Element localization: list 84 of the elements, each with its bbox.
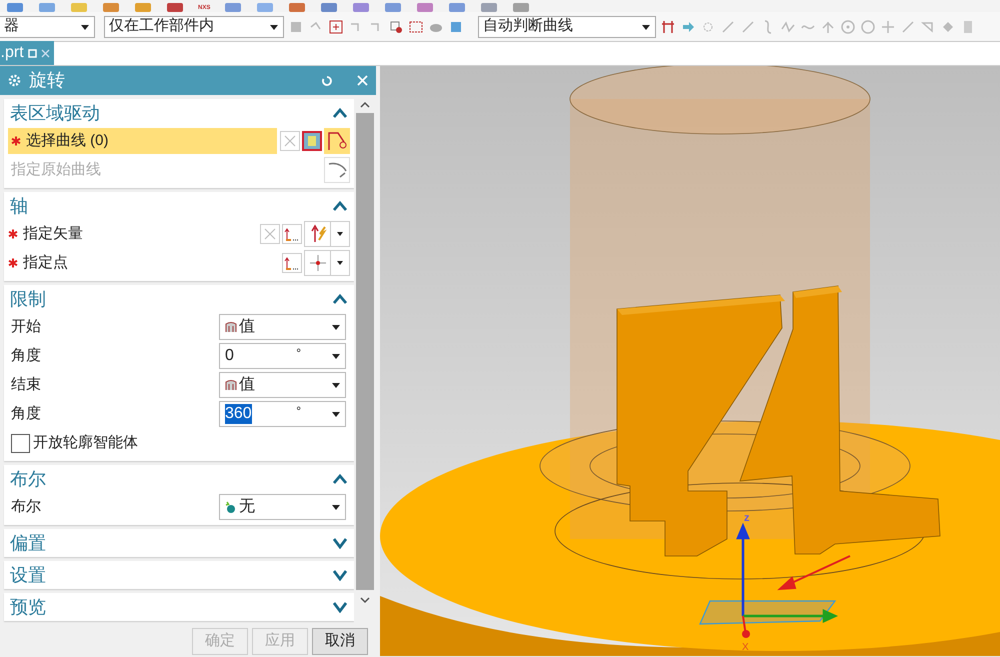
section-curve-icon[interactable] bbox=[324, 128, 350, 154]
value-dropdown[interactable]: 值 bbox=[219, 314, 346, 340]
toolbar-icon[interactable] bbox=[512, 3, 530, 12]
field-label: 角度 bbox=[11, 346, 42, 366]
expand-icon[interactable] bbox=[332, 537, 348, 549]
field-label: 角度 bbox=[11, 404, 42, 424]
caret-icon[interactable] bbox=[641, 22, 651, 30]
toolbar-icon[interactable] bbox=[166, 3, 184, 12]
caret-icon[interactable] bbox=[336, 231, 344, 237]
option-icon bbox=[224, 320, 238, 334]
section-header[interactable]: 预览 bbox=[4, 593, 354, 621]
value-dropdown[interactable]: 值 bbox=[219, 372, 346, 398]
dialog-button[interactable]: 取消 bbox=[312, 628, 368, 655]
field-label: 指定原始曲线 bbox=[11, 160, 102, 180]
caret-icon[interactable] bbox=[269, 22, 279, 30]
filter-dropdown[interactable]: 自动判断曲线 bbox=[478, 16, 656, 38]
curve-icon[interactable] bbox=[324, 157, 350, 183]
restore-icon[interactable] bbox=[28, 48, 37, 58]
reset-icon[interactable] bbox=[321, 74, 333, 86]
section-header[interactable]: 偏置 bbox=[4, 529, 354, 557]
caret-icon[interactable] bbox=[331, 323, 341, 331]
field-label: 布尔 bbox=[11, 496, 42, 517]
toolbar-icon[interactable] bbox=[384, 3, 402, 12]
filter-dropdown[interactable]: 仅在工作部件内 bbox=[104, 16, 284, 38]
curve-selection-row[interactable]: 选择曲线 (0) bbox=[8, 128, 277, 154]
caret-icon[interactable] bbox=[331, 410, 341, 418]
point-crosshair-icon bbox=[308, 254, 326, 272]
toolbar-icon[interactable] bbox=[288, 3, 306, 12]
caret-icon[interactable] bbox=[331, 381, 341, 389]
caret-icon[interactable] bbox=[331, 352, 341, 360]
section-header[interactable]: 布尔 bbox=[4, 465, 354, 493]
field-label: 指定点 bbox=[23, 252, 69, 273]
section-header[interactable]: 设置 bbox=[4, 561, 354, 589]
toolbar-icon[interactable] bbox=[328, 18, 344, 34]
option-icon bbox=[224, 378, 238, 392]
deselect-icon[interactable] bbox=[280, 131, 300, 151]
value-dropdown[interactable]: 无 bbox=[219, 494, 346, 520]
unit-label: ° bbox=[296, 345, 301, 362]
point-type-dropdown[interactable] bbox=[304, 250, 350, 276]
field-label: 指定矢量 bbox=[23, 224, 84, 244]
toolbar-icon[interactable] bbox=[388, 18, 404, 34]
field-label: 开始 bbox=[11, 316, 42, 337]
toolbar-icon[interactable] bbox=[352, 3, 370, 12]
value-dropdown[interactable]: 360 ° bbox=[219, 401, 346, 427]
unit-label: ° bbox=[296, 403, 301, 420]
expand-icon[interactable] bbox=[332, 601, 348, 613]
expand-icon[interactable] bbox=[332, 569, 348, 581]
collapse-icon[interactable] bbox=[332, 473, 348, 485]
dialog-title: 旋转 bbox=[29, 69, 66, 92]
toolbar-icon[interactable] bbox=[408, 18, 424, 34]
value-dropdown[interactable]: 0 ° bbox=[219, 343, 346, 369]
toolbar-icon[interactable] bbox=[480, 3, 498, 12]
section-header[interactable]: 轴 bbox=[4, 192, 354, 220]
toolbar-icon[interactable] bbox=[320, 3, 338, 12]
toolbar-icon[interactable] bbox=[102, 3, 120, 12]
axis-label: z bbox=[744, 511, 750, 526]
option-icon bbox=[224, 500, 238, 514]
collapse-icon[interactable] bbox=[332, 107, 348, 119]
section-header[interactable]: 表区域驱动 bbox=[4, 99, 354, 127]
axis-label: X bbox=[742, 643, 749, 653]
vector-type-dropdown[interactable] bbox=[304, 221, 350, 247]
point-dialog-icon[interactable] bbox=[282, 253, 302, 273]
gear-icon[interactable] bbox=[8, 74, 21, 87]
checkbox[interactable] bbox=[11, 434, 30, 452]
caret-icon[interactable] bbox=[336, 260, 344, 266]
section-header[interactable]: 限制 bbox=[4, 285, 354, 313]
toolbar-icon[interactable] bbox=[38, 3, 56, 12]
caret-icon[interactable] bbox=[331, 503, 341, 511]
toolbar-icon[interactable] bbox=[416, 3, 434, 12]
collapse-icon[interactable] bbox=[332, 200, 348, 212]
filter-dropdown[interactable]: 器 bbox=[0, 16, 95, 38]
toolbar-icon[interactable] bbox=[448, 3, 466, 12]
toolbar-icon[interactable] bbox=[6, 3, 24, 12]
caret-icon[interactable] bbox=[80, 22, 90, 30]
scrollbar-thumb[interactable] bbox=[356, 113, 374, 590]
collapse-icon[interactable] bbox=[332, 293, 348, 305]
vector-dialog-icon[interactable] bbox=[282, 224, 302, 244]
curve-select-icon[interactable] bbox=[302, 131, 322, 151]
vector-arrow-icon bbox=[308, 224, 326, 244]
close-icon[interactable] bbox=[40, 48, 50, 58]
field-label: 结束 bbox=[11, 374, 42, 395]
checkbox-label: 开放轮廓智能体 bbox=[33, 432, 138, 453]
toolbar-icon[interactable] bbox=[660, 18, 676, 34]
toolbar-icon[interactable] bbox=[224, 3, 242, 12]
